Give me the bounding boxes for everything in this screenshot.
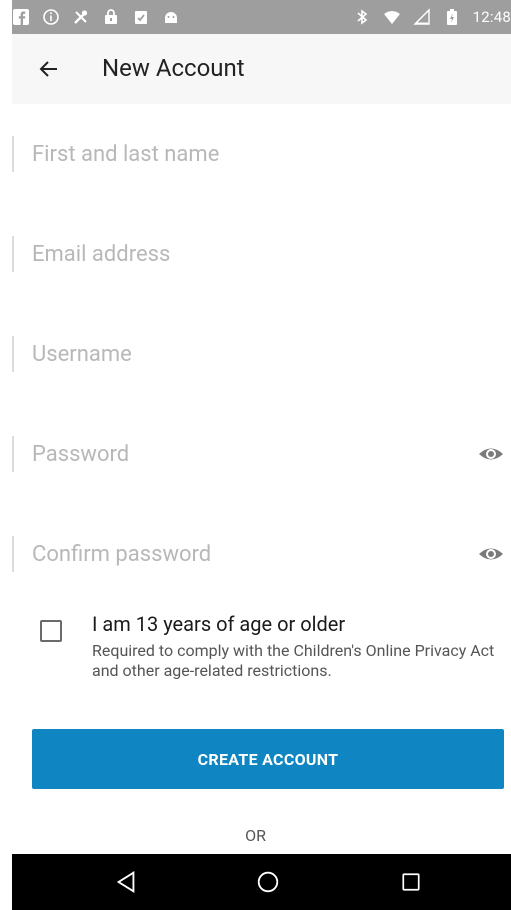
clipboard-check-icon (132, 8, 150, 26)
username-input[interactable] (32, 334, 452, 374)
lock-bag-icon (102, 8, 120, 26)
info-icon (42, 8, 60, 26)
field-indicator (12, 236, 14, 272)
age-checkbox-description: Required to comply with the Children's O… (92, 641, 495, 680)
field-indicator (12, 436, 14, 472)
back-triangle-icon[interactable] (112, 868, 140, 896)
app-toolbar: New Account (12, 34, 511, 104)
confirm-password-field (12, 534, 511, 574)
arrow-left-icon[interactable] (36, 56, 62, 82)
or-divider-text: OR (245, 826, 266, 845)
system-nav-bar (12, 854, 511, 910)
eye-icon[interactable] (477, 540, 505, 568)
email-input[interactable] (32, 234, 452, 274)
status-time: 12:48 (472, 8, 511, 26)
password-input[interactable] (32, 434, 452, 474)
age-checkbox[interactable] (40, 620, 62, 642)
username-field (12, 334, 511, 374)
page-title: New Account (102, 54, 245, 82)
name-input[interactable] (32, 134, 452, 174)
status-bar: 12:48 (12, 0, 511, 34)
android-icon (162, 8, 180, 26)
recents-square-icon[interactable] (397, 868, 425, 896)
facebook-icon (12, 8, 30, 26)
age-checkbox-label: I am 13 years of age or older (92, 612, 346, 636)
status-right-icons: 12:48 (353, 0, 511, 34)
name-field (12, 134, 511, 174)
field-indicator (12, 136, 14, 172)
wifi-icon (383, 8, 401, 26)
confirm-password-input[interactable] (32, 534, 452, 574)
field-indicator (12, 336, 14, 372)
password-field (12, 434, 511, 474)
create-account-button[interactable]: CREATE ACCOUNT (32, 729, 504, 789)
signal-icon (412, 8, 431, 26)
status-left-icons (12, 0, 180, 34)
bluetooth-icon (353, 8, 371, 26)
battery-icon (443, 8, 461, 26)
email-field (12, 234, 511, 274)
home-circle-icon[interactable] (254, 868, 282, 896)
eye-icon[interactable] (477, 440, 505, 468)
field-indicator (12, 536, 14, 572)
tools-icon (72, 8, 90, 26)
